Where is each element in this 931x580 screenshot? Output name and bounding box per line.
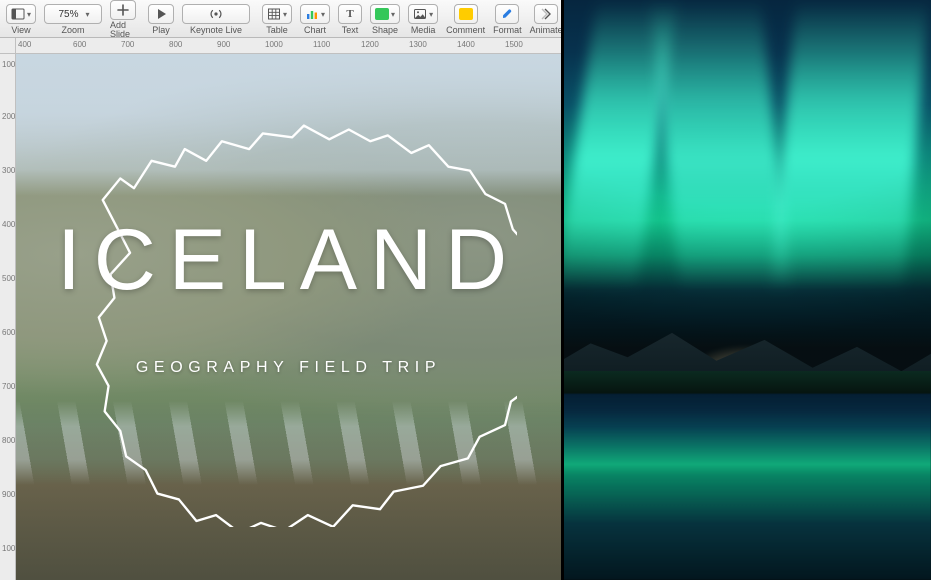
ruler-tick: 1400	[457, 40, 475, 49]
ruler-tick: 1500	[505, 40, 523, 49]
aurora-light	[770, 0, 929, 290]
broadcast-icon	[209, 7, 223, 21]
media-label: Media	[411, 26, 436, 35]
keynote-live-label: Keynote Live	[190, 26, 242, 35]
ruler-tick: 1100	[313, 40, 330, 49]
ruler-tick: 1200	[361, 40, 379, 49]
zoom-button[interactable]: 75% ▾	[44, 4, 102, 24]
animate-label: Animate	[530, 26, 563, 35]
format-group: Format	[489, 0, 526, 37]
ruler-tick: 900	[2, 490, 15, 499]
animate-icon	[539, 7, 553, 21]
shape-group: ▾ Shape	[366, 0, 404, 37]
format-button[interactable]	[495, 4, 519, 24]
zoom-value: 75%	[57, 9, 81, 20]
play-button[interactable]	[148, 4, 174, 24]
animate-button[interactable]	[534, 4, 558, 24]
chevron-down-icon: ▾	[321, 10, 325, 19]
zoom-label: Zoom	[62, 26, 85, 35]
keynote-window: ▾ View 75% ▾ Zoom Add Sli	[0, 0, 561, 580]
text-button[interactable]: T	[338, 4, 362, 24]
table-icon	[267, 7, 281, 21]
text-icon: T	[343, 7, 357, 21]
media-group: ▾ Media	[404, 0, 442, 37]
keynote-live-group: Keynote Live	[178, 0, 254, 37]
media-button[interactable]: ▾	[408, 4, 438, 24]
media-icon	[413, 7, 427, 21]
chevron-down-icon: ▾	[86, 10, 90, 19]
chart-icon	[305, 7, 319, 21]
plus-icon	[116, 3, 130, 17]
play-group: Play	[144, 0, 178, 37]
table-group: ▾ Table	[258, 0, 296, 37]
split-view-divider[interactable]	[561, 0, 564, 580]
ruler-tick: 100	[2, 60, 15, 69]
shape-icon	[375, 8, 389, 20]
add-slide-button[interactable]	[110, 0, 136, 20]
iceland-outline-shape[interactable]	[49, 107, 518, 528]
add-slide-label: Add Slide	[110, 21, 136, 39]
slide-canvas[interactable]: ICELAND GEOGRAPHY FIELD TRIP	[16, 54, 561, 580]
format-label: Format	[493, 26, 522, 35]
zoom-group: 75% ▾ Zoom	[40, 0, 106, 37]
ruler-tick: 700	[2, 382, 15, 391]
ruler-tick: 400	[18, 40, 31, 49]
table-label: Table	[266, 26, 288, 35]
ruler-vertical[interactable]: 100 200 300 400 500 600 700 800 900 1000	[0, 54, 16, 580]
play-label: Play	[152, 26, 170, 35]
view-icon	[11, 7, 25, 21]
toolbar: ▾ View 75% ▾ Zoom Add Sli	[0, 0, 561, 38]
chevron-down-icon: ▾	[391, 10, 395, 19]
comment-icon	[459, 8, 473, 20]
chart-label: Chart	[304, 26, 326, 35]
comment-button[interactable]	[454, 4, 478, 24]
ruler-tick: 600	[73, 40, 86, 49]
ruler-tick: 700	[121, 40, 134, 49]
text-group: T Text	[334, 0, 366, 37]
ruler-tick: 900	[217, 40, 230, 49]
text-label: Text	[342, 26, 359, 35]
ruler-horizontal[interactable]: 400 600 700 800 900 1000 1100 1200 1300 …	[16, 38, 561, 54]
ruler-tick: 1300	[409, 40, 427, 49]
secondary-window-aurora-photo	[561, 0, 931, 580]
ruler-tick: 400	[2, 220, 15, 229]
shoreline	[561, 371, 931, 394]
add-slide-group: Add Slide	[106, 0, 140, 37]
work-area: 100 200 300 400 500 600 700 800 900 1000…	[0, 54, 561, 580]
table-button[interactable]: ▾	[262, 4, 292, 24]
chevron-down-icon: ▾	[27, 10, 31, 19]
view-label: View	[11, 26, 30, 35]
keynote-live-button[interactable]	[182, 4, 250, 24]
slide-subtitle[interactable]: GEOGRAPHY FIELD TRIP	[16, 359, 561, 377]
ruler-tick: 500	[2, 274, 15, 283]
comment-label: Comment	[446, 26, 485, 35]
water-reflection	[561, 394, 931, 580]
chevron-down-icon: ▾	[283, 10, 287, 19]
play-icon	[154, 7, 168, 21]
paintbrush-icon	[500, 7, 514, 21]
ruler-corner	[0, 38, 16, 54]
shape-label: Shape	[372, 26, 398, 35]
ruler-tick: 800	[169, 40, 182, 49]
ruler-tick: 1000	[2, 544, 16, 553]
chevron-down-icon: ▾	[429, 10, 433, 19]
ruler-tick: 800	[2, 436, 15, 445]
chart-button[interactable]: ▾	[300, 4, 330, 24]
shape-button[interactable]: ▾	[370, 4, 400, 24]
view-button[interactable]: ▾	[6, 4, 36, 24]
ruler-tick: 1000	[265, 40, 283, 49]
ruler-tick: 600	[2, 328, 15, 337]
chart-group: ▾ Chart	[296, 0, 334, 37]
comment-group: Comment	[442, 0, 489, 37]
ruler-tick: 300	[2, 166, 15, 175]
slide-title[interactable]: ICELAND	[16, 217, 561, 303]
view-group: ▾ View	[2, 0, 40, 37]
aurora-light	[649, 0, 790, 290]
ruler-tick: 200	[2, 112, 15, 121]
